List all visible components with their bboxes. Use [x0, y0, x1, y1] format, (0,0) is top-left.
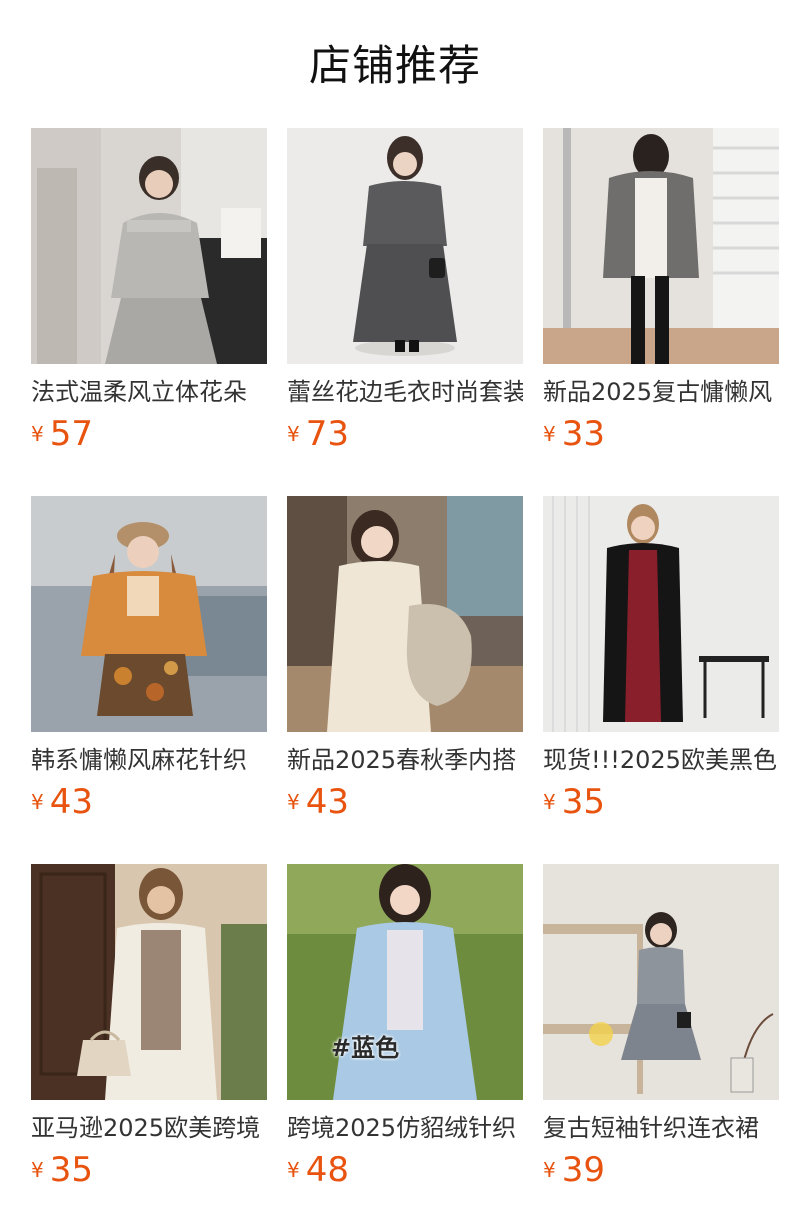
product-image[interactable] [287, 496, 523, 732]
product-price: ¥57 [31, 414, 93, 454]
product-title[interactable]: 新品2025复古慵懒风 [543, 376, 779, 408]
product-title[interactable]: 韩系慵懒风麻花针织 [31, 744, 267, 776]
product-price: ¥39 [543, 1150, 605, 1190]
product-card[interactable]: 亚马逊2025欧美跨境 ¥35 [31, 864, 267, 1204]
product-price: ¥33 [543, 414, 605, 454]
product-card[interactable]: 法式温柔风立体花朵 ¥57 [31, 128, 267, 468]
product-image[interactable] [543, 496, 779, 732]
product-title[interactable]: 现货!!!2025欧美黑色 [543, 744, 779, 776]
product-price: ¥35 [31, 1150, 93, 1190]
product-image[interactable] [287, 128, 523, 364]
product-title[interactable]: 亚马逊2025欧美跨境 [31, 1112, 267, 1144]
product-title[interactable]: 蕾丝花边毛衣时尚套装 [287, 376, 523, 408]
product-image[interactable] [543, 128, 779, 364]
product-title[interactable]: 新品2025春秋季内搭 [287, 744, 523, 776]
product-card[interactable]: 新品2025春秋季内搭 ¥43 [287, 496, 523, 836]
price-value: 48 [305, 1150, 349, 1190]
price-value: 39 [561, 1150, 605, 1190]
currency-symbol: ¥ [31, 1158, 44, 1182]
currency-symbol: ¥ [31, 790, 44, 814]
product-card[interactable]: 新品2025复古慵懒风 ¥33 [543, 128, 779, 468]
price-value: 57 [49, 414, 93, 454]
price-value: 43 [49, 782, 93, 822]
product-image[interactable] [31, 864, 267, 1100]
price-value: 73 [305, 414, 349, 454]
price-value: 33 [561, 414, 605, 454]
price-value: 35 [49, 1150, 93, 1190]
currency-symbol: ¥ [31, 422, 44, 446]
product-card[interactable]: #蓝色 跨境2025仿貂绒针织 ¥48 [287, 864, 523, 1204]
product-price: ¥43 [287, 782, 349, 822]
product-price: ¥43 [31, 782, 93, 822]
product-card[interactable]: 韩系慵懒风麻花针织 ¥43 [31, 496, 267, 836]
currency-symbol: ¥ [287, 422, 300, 446]
product-card[interactable]: 现货!!!2025欧美黑色 ¥35 [543, 496, 779, 836]
price-value: 35 [561, 782, 605, 822]
product-card[interactable]: 蕾丝花边毛衣时尚套装 ¥73 [287, 128, 523, 468]
price-value: 43 [305, 782, 349, 822]
product-price: ¥35 [543, 782, 605, 822]
product-title[interactable]: 复古短袖针织连衣裙 [543, 1112, 779, 1144]
color-overlay-label: #蓝色 [331, 1034, 400, 1062]
currency-symbol: ¥ [543, 790, 556, 814]
product-title[interactable]: 法式温柔风立体花朵 [31, 376, 267, 408]
product-price: ¥48 [287, 1150, 349, 1190]
store-recommendation-page: 店铺推荐 法式温柔风立体花朵 ¥ 57 蕾丝花边毛衣时尚套装 ¥ 73 新品20… [0, 0, 790, 1232]
product-grid: 法式温柔风立体花朵 ¥57 蕾丝花边毛衣时尚套装 ¥ 73 新品2025复古慵懒… [0, 0, 790, 1232]
currency-symbol: ¥ [287, 1158, 300, 1182]
product-image[interactable] [31, 496, 267, 732]
product-image[interactable]: #蓝色 [287, 864, 523, 1100]
currency-symbol: ¥ [287, 790, 300, 814]
product-image[interactable] [31, 128, 267, 364]
product-card[interactable]: 复古短袖针织连衣裙 ¥39 [543, 864, 779, 1204]
currency-symbol: ¥ [543, 1158, 556, 1182]
currency-symbol: ¥ [543, 422, 556, 446]
product-price: ¥73 [287, 414, 349, 454]
product-title[interactable]: 跨境2025仿貂绒针织 [287, 1112, 523, 1144]
product-image[interactable] [543, 864, 779, 1100]
